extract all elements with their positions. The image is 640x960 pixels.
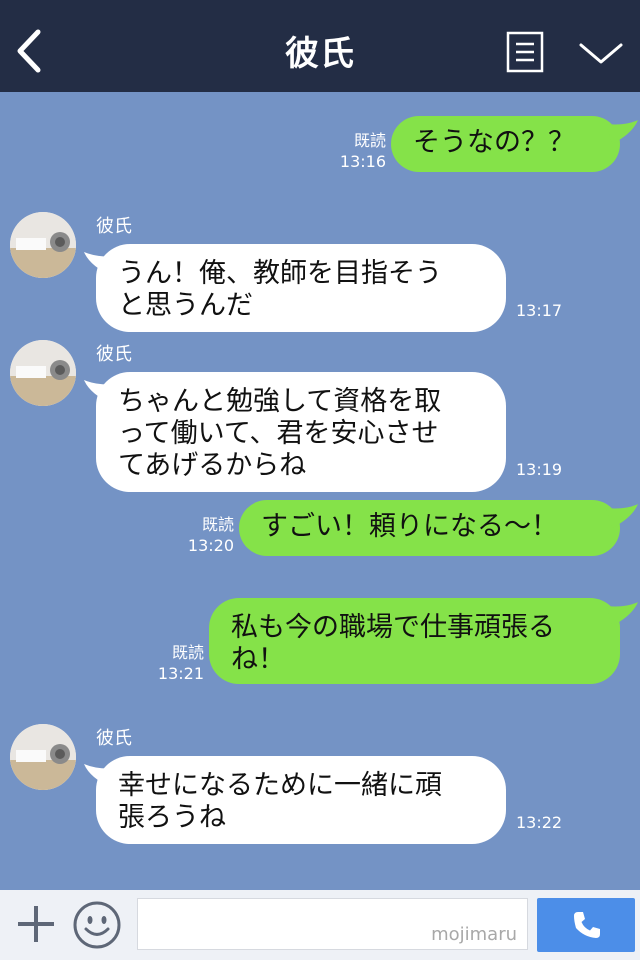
read-status: 既読	[171, 643, 204, 662]
message-bubble[interactable]: 幸せになるために一緒に頑 張ろうね	[96, 756, 506, 844]
emoji-icon[interactable]	[72, 900, 122, 950]
sender-name: 彼氏	[96, 216, 132, 237]
message-time: 13:20	[187, 536, 234, 555]
chat-area[interactable]: 既読 13:16 そうなの？？ 彼氏 うん！俺、教師を目指そう と思うんだ 13…	[0, 92, 640, 890]
read-status: 既読	[201, 515, 234, 534]
phone-icon	[574, 912, 600, 938]
message-bubble[interactable]: すごい！頼りになる〜！	[239, 500, 620, 556]
chevron-down-icon[interactable]	[578, 36, 624, 70]
menu-icon[interactable]	[506, 31, 544, 73]
bubble-tail	[606, 504, 638, 528]
call-button[interactable]	[537, 898, 635, 952]
sender-name: 彼氏	[96, 728, 132, 749]
chat-header: 彼氏	[0, 0, 640, 92]
avatar[interactable]	[10, 212, 76, 278]
plus-icon[interactable]	[14, 902, 58, 946]
avatar[interactable]	[10, 724, 76, 790]
input-bar: mojimaru	[0, 890, 640, 960]
message-bubble[interactable]: そうなの？？	[391, 116, 620, 172]
message-time: 13:17	[516, 301, 563, 320]
watermark-text: mojimaru	[431, 924, 517, 945]
read-status: 既読	[353, 131, 386, 150]
message-time: 13:22	[516, 813, 563, 832]
message-time: 13:19	[516, 460, 563, 479]
sender-name: 彼氏	[96, 344, 132, 365]
chat-title: 彼氏	[285, 34, 355, 74]
message-time: 13:16	[339, 152, 386, 171]
bubble-tail	[606, 120, 638, 144]
message-bubble[interactable]: ちゃんと勉強して資格を取 って働いて、君を安心させ てあげるからね	[96, 372, 506, 492]
bubble-tail	[606, 602, 638, 626]
avatar[interactable]	[10, 340, 76, 406]
message-time: 13:21	[157, 664, 204, 683]
message-bubble[interactable]: 私も今の職場で仕事頑張る ね！	[209, 598, 620, 684]
message-bubble[interactable]: うん！俺、教師を目指そう と思うんだ	[96, 244, 506, 332]
message-input[interactable]: mojimaru	[137, 898, 528, 950]
